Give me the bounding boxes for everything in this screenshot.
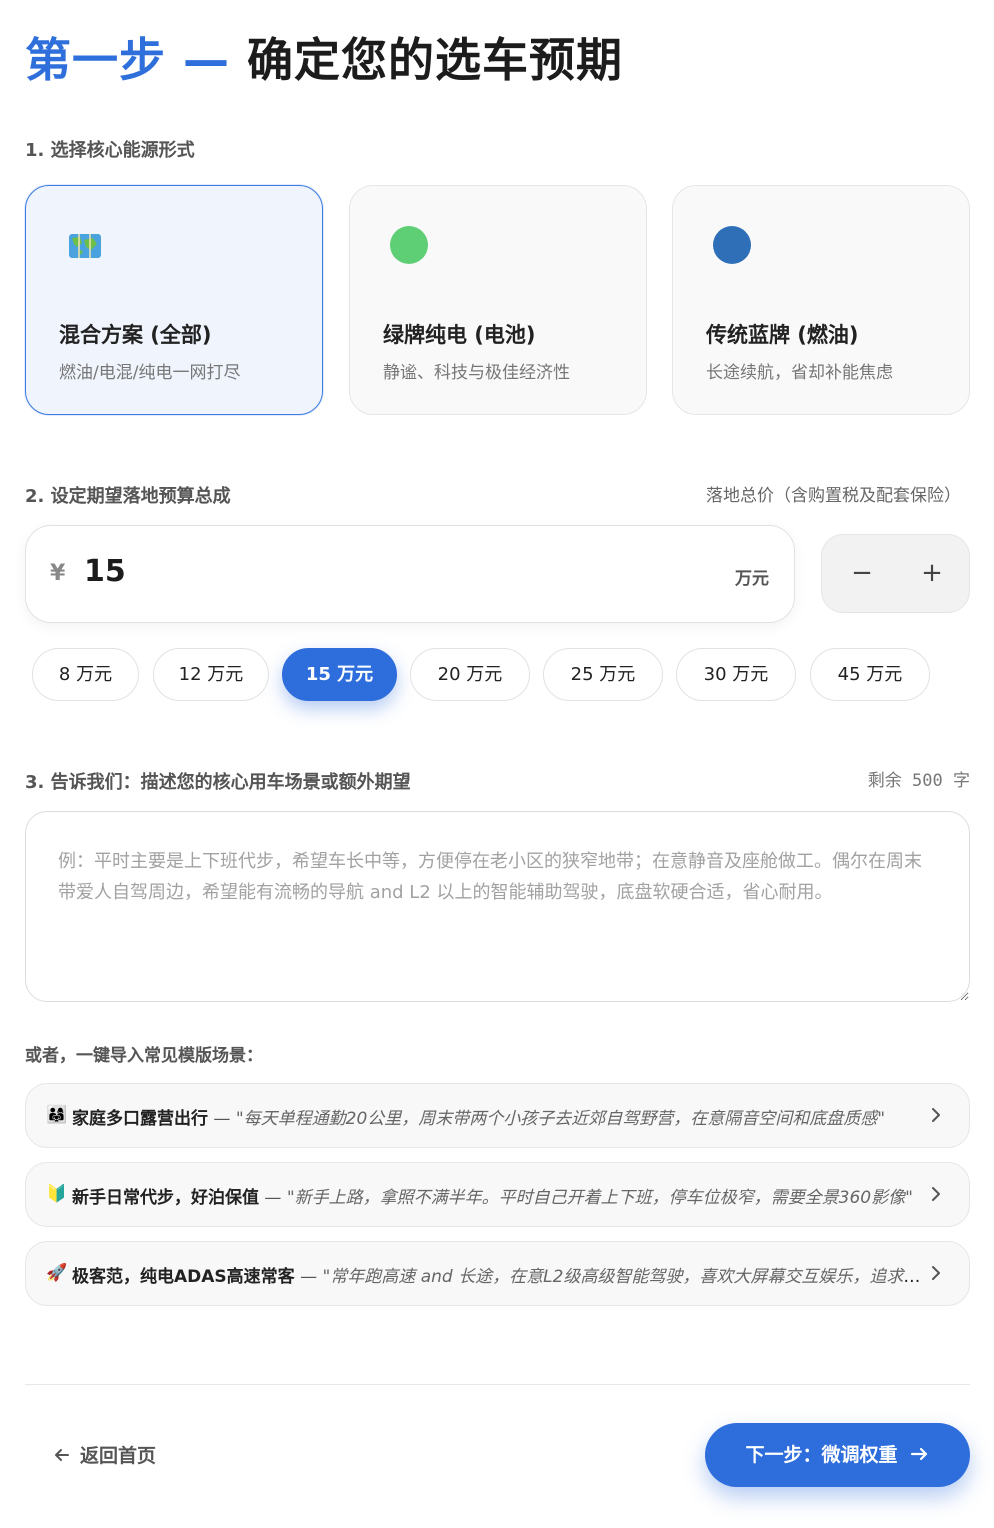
- chevron-right-icon: [932, 1266, 940, 1280]
- template-item[interactable]: 👨‍👩‍👧 家庭多口露营出行 — "每天单程通勤20公里，周末带两个小孩子去近郊…: [25, 1083, 970, 1148]
- currency-symbol: ¥: [50, 561, 66, 586]
- energy-option-subtitle: 长途续航，省却补能焦虑: [706, 363, 893, 383]
- budget-preset-chip[interactable]: 25 万元: [543, 648, 663, 701]
- footer-divider: [25, 1384, 970, 1385]
- budget-unit: 万元: [735, 569, 769, 589]
- remaining-prefix: 剩余: [867, 771, 902, 791]
- budget-preset-chip[interactable]: 12 万元: [153, 648, 269, 701]
- energy-section-label: 1. 选择核心能源形式: [25, 140, 195, 161]
- scene-description-textarea[interactable]: [25, 811, 970, 1002]
- budget-preset-chip[interactable]: 30 万元: [676, 648, 796, 701]
- template-description: "每天单程通勤20公里，周末带两个小孩子去近郊自驾野营，在意隔音空间和底盘质感": [235, 1109, 886, 1129]
- budget-hint: 落地总价（含购置税及配套保险）: [706, 486, 961, 506]
- template-title: 家庭多口露营出行: [72, 1109, 208, 1129]
- rocket-icon: 🚀: [46, 1263, 68, 1283]
- budget-amount[interactable]: 15: [84, 554, 126, 589]
- arrow-left-icon: [55, 1449, 69, 1461]
- chevron-right-icon: [932, 1108, 940, 1122]
- template-item[interactable]: 🚀 极客范，纯电ADAS高速常客 — "常年跑高速 and 长途，在意L2级高级…: [25, 1241, 970, 1306]
- page-title-text: 确定您的选车预期: [247, 33, 624, 87]
- budget-input[interactable]: ¥ 15 万元: [25, 525, 795, 623]
- page-title: 第一步 — 确定您的选车预期: [25, 24, 623, 90]
- page-title-step: 第一步: [25, 33, 166, 87]
- remaining-number: 500: [912, 771, 943, 791]
- beginner-icon: 🔰: [46, 1184, 68, 1204]
- energy-option-subtitle: 静谧、科技与极佳经济性: [383, 363, 570, 383]
- template-item[interactable]: 🔰 新手日常代步，好泊保值 — "新手上路，拿照不满半年。平时自己开着上下班，停…: [25, 1162, 970, 1227]
- budget-preset-chip-active[interactable]: 15 万元: [282, 648, 397, 701]
- template-separator: —: [294, 1267, 323, 1287]
- templates-label: 或者，一键导入常见模版场景：: [25, 1046, 263, 1066]
- energy-option-subtitle: 燃油/电混/纯电一网打尽: [59, 363, 241, 383]
- remaining-count: 剩余 500 字: [868, 766, 970, 791]
- budget-preset-chip[interactable]: 8 万元: [32, 648, 139, 701]
- template-description: "常年跑高速 and 长途，在意L2级高级智能驾驶，喜欢大屏幕交互娱乐，追求科技…: [322, 1267, 927, 1287]
- energy-option-hybrid[interactable]: 混合方案 (全部) 燃油/电混/纯电一网打尽: [25, 185, 323, 415]
- arrow-right-icon: [910, 1447, 927, 1461]
- blue-dot-icon: [713, 226, 751, 264]
- next-step-label: 下一步：微调权重: [745, 1444, 898, 1466]
- energy-option-title: 绿牌纯电 (电池): [383, 323, 536, 347]
- template-title: 极客范，纯电ADAS高速常客: [72, 1267, 295, 1287]
- next-step-button[interactable]: 下一步：微调权重: [705, 1423, 970, 1487]
- template-separator: —: [208, 1109, 236, 1129]
- energy-option-title: 混合方案 (全部): [59, 323, 212, 347]
- budget-preset-chip[interactable]: 45 万元: [810, 648, 930, 701]
- back-home-label: 返回首页: [80, 1445, 157, 1467]
- budget-preset-chip[interactable]: 20 万元: [410, 648, 530, 701]
- family-icon: 👨‍👩‍👧: [46, 1105, 68, 1125]
- world-map-icon: [69, 234, 101, 258]
- increase-button[interactable]: +: [912, 553, 952, 593]
- scene-section-label: 3. 告诉我们：描述您的核心用车场景或额外期望: [25, 772, 411, 793]
- energy-option-title: 传统蓝牌 (燃油): [706, 323, 859, 347]
- back-home-link[interactable]: 返回首页: [52, 1441, 156, 1468]
- template-title: 新手日常代步，好泊保值: [72, 1188, 259, 1208]
- remaining-suffix: 字: [953, 771, 970, 791]
- decrease-button[interactable]: −: [842, 553, 882, 593]
- template-separator: —: [259, 1188, 287, 1208]
- template-description: "新手上路，拿照不满半年。平时自己开着上下班，停车位极窄，需要全景360影像": [286, 1188, 913, 1208]
- chevron-right-icon: [932, 1187, 940, 1201]
- energy-option-fuel[interactable]: 传统蓝牌 (燃油) 长途续航，省却补能焦虑: [672, 185, 970, 415]
- page-title-dash: —: [183, 33, 231, 87]
- budget-stepper: − +: [821, 534, 970, 613]
- green-dot-icon: [390, 226, 428, 264]
- budget-section-label: 2. 设定期望落地预算总成: [25, 486, 231, 507]
- energy-option-electric[interactable]: 绿牌纯电 (电池) 静谧、科技与极佳经济性: [349, 185, 647, 415]
